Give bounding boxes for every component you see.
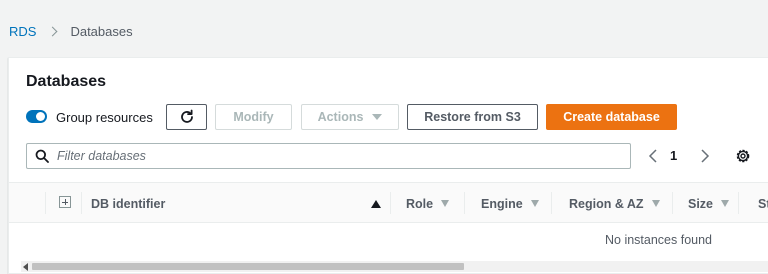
sort-ascending-icon xyxy=(371,199,381,208)
refresh-icon xyxy=(180,109,193,123)
caret-down-icon xyxy=(372,114,383,120)
column-header-region-az[interactable]: Region & AZ xyxy=(569,183,660,224)
page-title: Databases xyxy=(26,73,107,90)
create-button-label: Create database xyxy=(563,110,660,124)
current-page-number[interactable]: 1 xyxy=(670,148,677,163)
table-header: DB identifier Role Engine Region & AZ Si… xyxy=(9,182,768,223)
column-header-status[interactable]: St xyxy=(758,183,768,224)
actions-dropdown[interactable]: Actions xyxy=(301,104,399,130)
column-header-label: DB identifier xyxy=(91,196,166,211)
databases-panel: Databases Group resources Modify Actions… xyxy=(8,57,768,274)
toggle-knob xyxy=(36,112,45,121)
scroll-left-arrow-icon[interactable] xyxy=(23,263,28,271)
sort-icon xyxy=(530,200,539,207)
scrollbar-thumb[interactable] xyxy=(32,263,464,270)
sort-icon xyxy=(721,200,730,207)
filter-databases-search xyxy=(26,143,631,169)
group-resources-label: Group resources xyxy=(56,110,153,125)
refresh-button[interactable] xyxy=(166,104,207,130)
group-resources-toggle[interactable] xyxy=(26,110,47,123)
modify-button-label: Modify xyxy=(233,110,274,124)
column-header-engine[interactable]: Engine xyxy=(481,183,539,224)
column-header-label: Role xyxy=(406,196,434,211)
column-divider xyxy=(81,192,82,214)
sort-icon xyxy=(441,200,450,207)
create-database-button[interactable]: Create database xyxy=(546,104,677,130)
restore-from-s3-button[interactable]: Restore from S3 xyxy=(407,104,538,130)
sort-icon xyxy=(651,200,660,207)
breadcrumb-separator-icon xyxy=(48,26,58,36)
filter-databases-input[interactable] xyxy=(57,147,617,165)
previous-page-icon[interactable] xyxy=(646,148,662,164)
column-divider xyxy=(464,192,465,214)
column-header-size[interactable]: Size xyxy=(688,183,730,224)
column-header-label: Size xyxy=(688,196,714,211)
breadcrumb-rds-link[interactable]: RDS xyxy=(9,24,36,39)
column-divider xyxy=(551,192,552,214)
modify-button[interactable]: Modify xyxy=(215,104,292,130)
search-icon xyxy=(35,149,49,163)
column-divider xyxy=(390,192,391,214)
empty-state-text: No instances found xyxy=(605,233,713,247)
column-header-label: St xyxy=(758,196,768,211)
actions-dropdown-label: Actions xyxy=(317,110,364,124)
next-page-icon[interactable] xyxy=(696,148,712,164)
gear-icon[interactable] xyxy=(734,147,752,165)
toolbar: Group resources Modify Actions Restore f… xyxy=(9,104,768,130)
expand-all-icon[interactable] xyxy=(59,196,71,208)
restore-button-label: Restore from S3 xyxy=(424,110,521,124)
column-header-db-identifier[interactable]: DB identifier xyxy=(91,183,391,224)
column-header-label: Engine xyxy=(481,196,523,211)
column-header-label: Region & AZ xyxy=(569,196,644,211)
breadcrumb-current: Databases xyxy=(70,23,133,39)
breadcrumb: RDS Databases xyxy=(9,23,133,39)
column-divider xyxy=(45,192,46,214)
column-divider xyxy=(738,192,739,214)
horizontal-scrollbar[interactable] xyxy=(21,261,768,272)
column-header-role[interactable]: Role xyxy=(406,183,450,224)
column-divider xyxy=(672,192,673,214)
